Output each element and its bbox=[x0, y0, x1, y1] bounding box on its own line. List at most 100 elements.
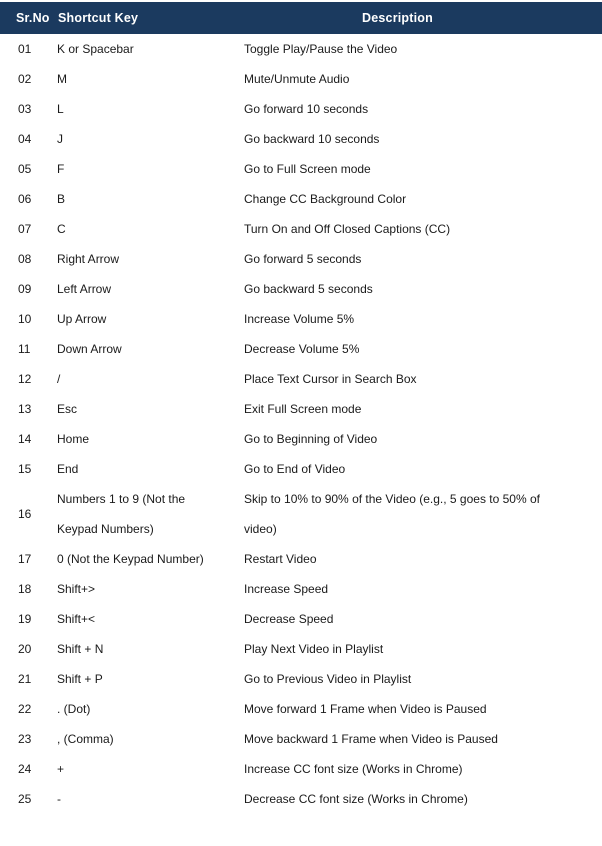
cell-sr-no: 11 bbox=[0, 334, 55, 364]
cell-sr-no: 09 bbox=[0, 274, 55, 304]
cell-sr-no: 14 bbox=[0, 424, 55, 454]
cell-description-line1: Skip to 10% to 90% of the Video (e.g., 5… bbox=[244, 492, 540, 506]
cell-shortcut-key: Home bbox=[55, 424, 241, 454]
cell-sr-no: 07 bbox=[0, 214, 55, 244]
cell-sr-no: 08 bbox=[0, 244, 55, 274]
cell-description: Go to Beginning of Video bbox=[241, 424, 602, 454]
cell-shortcut-key: - bbox=[55, 784, 241, 814]
cell-description: Turn On and Off Closed Captions (CC) bbox=[241, 214, 602, 244]
youtube-shortcuts-table: Sr.No Shortcut Key Description 01 K or Sp… bbox=[0, 2, 602, 814]
table-row: 04 J Go backward 10 seconds bbox=[0, 124, 602, 154]
table-row: 05 F Go to Full Screen mode bbox=[0, 154, 602, 184]
table-row: 01 K or Spacebar Toggle Play/Pause the Vid… bbox=[0, 34, 602, 64]
shortcut-table-sheet: Sr.No Shortcut Key Description 01 K or Sp… bbox=[0, 0, 602, 846]
cell-shortcut-key: Shift + P bbox=[55, 664, 241, 694]
cell-sr-no: 19 bbox=[0, 604, 55, 634]
cell-shortcut-key: L bbox=[55, 94, 241, 124]
cell-description: Increase Speed bbox=[241, 574, 602, 604]
cell-sr-no: 24 bbox=[0, 754, 55, 784]
cell-shortcut-key: 0 (Not the Keypad Number) bbox=[55, 544, 241, 574]
cell-shortcut-key: Down Arrow bbox=[55, 334, 241, 364]
table-body: 01 K or Spacebar Toggle Play/Pause the Vid… bbox=[0, 34, 602, 814]
table-row: 15 End Go to End of Video bbox=[0, 454, 602, 484]
cell-sr-no: 01 bbox=[0, 34, 55, 64]
cell-shortcut-key: Shift+< bbox=[55, 604, 241, 634]
cell-description: Mute/Unmute Audio bbox=[241, 64, 602, 94]
cell-sr-no: 02 bbox=[0, 64, 55, 94]
cell-shortcut-key: F bbox=[55, 154, 241, 184]
table-row: 20 Shift + N Play Next Video in Playlist bbox=[0, 634, 602, 664]
table-row: 17 0 (Not the Keypad Number) Restart Video bbox=[0, 544, 602, 574]
cell-shortcut-key-line1: Numbers 1 to 9 (Not the bbox=[57, 492, 186, 506]
column-header-sr-no: Sr.No bbox=[0, 2, 55, 34]
column-header-description: Description bbox=[241, 2, 602, 34]
cell-sr-no: 10 bbox=[0, 304, 55, 334]
cell-sr-no: 06 bbox=[0, 184, 55, 214]
table-row: 22. (Dot) Move forward 1 Frame when Video… bbox=[0, 694, 602, 724]
cell-description: Decrease CC font size (Works in Chrome) bbox=[241, 784, 602, 814]
cell-sr-no: 18 bbox=[0, 574, 55, 604]
table-row: 07 C Turn On and Off Closed Captions (CC) bbox=[0, 214, 602, 244]
table-row: 24 + Increase CC font size (Works in Chrom… bbox=[0, 754, 602, 784]
column-header-shortcut-key: Shortcut Key bbox=[55, 2, 241, 34]
cell-description: Change CC Background Color bbox=[241, 184, 602, 214]
cell-sr-no: 15 bbox=[0, 454, 55, 484]
table-row: 25- Decrease CC font size (Works in Chrom… bbox=[0, 784, 602, 814]
cell-shortcut-key: K or Spacebar bbox=[55, 34, 241, 64]
cell-description: Place Text Cursor in Search Box bbox=[241, 364, 602, 394]
cell-shortcut-key: Shift + N bbox=[55, 634, 241, 664]
cell-description: Move forward 1 Frame when Video is Pause… bbox=[241, 694, 602, 724]
cell-shortcut-key: Shift+> bbox=[55, 574, 241, 604]
table-row: 21 Shift + P Go to Previous Video in Playl… bbox=[0, 664, 602, 694]
table-header: Sr.No Shortcut Key Description bbox=[0, 2, 602, 34]
table-row: 10 Up Arrow Increase Volume 5% bbox=[0, 304, 602, 334]
header-row: Sr.No Shortcut Key Description bbox=[0, 2, 602, 34]
cell-shortcut-key: Up Arrow bbox=[55, 304, 241, 334]
cell-sr-no: 13 bbox=[0, 394, 55, 424]
cell-sr-no: 20 bbox=[0, 634, 55, 664]
cell-shortcut-key: C bbox=[55, 214, 241, 244]
table-row: 16 Numbers 1 to 9 (Not the Keypad Numbers)… bbox=[0, 484, 602, 544]
cell-description: Exit Full Screen mode bbox=[241, 394, 602, 424]
cell-sr-no: 03 bbox=[0, 94, 55, 124]
cell-shortcut-key: End bbox=[55, 454, 241, 484]
table-row: 13 Esc Exit Full Screen mode bbox=[0, 394, 602, 424]
cell-description: Go backward 10 seconds bbox=[241, 124, 602, 154]
table-row: 11 Down Arrow Decrease Volume 5% bbox=[0, 334, 602, 364]
cell-sr-no: 16 bbox=[0, 484, 55, 544]
cell-description: Skip to 10% to 90% of the Video (e.g., 5… bbox=[241, 484, 602, 544]
cell-shortcut-key: Esc bbox=[55, 394, 241, 424]
cell-shortcut-key: , (Comma) bbox=[55, 724, 241, 754]
cell-description: Toggle Play/Pause the Video bbox=[241, 34, 602, 64]
cell-description: Decrease Speed bbox=[241, 604, 602, 634]
cell-shortcut-key: Left Arrow bbox=[55, 274, 241, 304]
cell-sr-no: 04 bbox=[0, 124, 55, 154]
cell-shortcut-key: J bbox=[55, 124, 241, 154]
table-row: 03 L Go forward 10 seconds bbox=[0, 94, 602, 124]
cell-description: Move backward 1 Frame when Video is Paus… bbox=[241, 724, 602, 754]
cell-sr-no: 25 bbox=[0, 784, 55, 814]
cell-sr-no: 05 bbox=[0, 154, 55, 184]
cell-shortcut-key: Numbers 1 to 9 (Not the Keypad Numbers) bbox=[55, 484, 241, 544]
table-row: 06 B Change CC Background Color bbox=[0, 184, 602, 214]
cell-shortcut-key: Right Arrow bbox=[55, 244, 241, 274]
cell-shortcut-key: B bbox=[55, 184, 241, 214]
cell-description: Increase Volume 5% bbox=[241, 304, 602, 334]
cell-sr-no: 17 bbox=[0, 544, 55, 574]
cell-description: Restart Video bbox=[241, 544, 602, 574]
cell-description: Decrease Volume 5% bbox=[241, 334, 602, 364]
cell-description: Go to Previous Video in Playlist bbox=[241, 664, 602, 694]
cell-shortcut-key: / bbox=[55, 364, 241, 394]
table-row: 02 M Mute/Unmute Audio bbox=[0, 64, 602, 94]
cell-description: Go forward 10 seconds bbox=[241, 94, 602, 124]
table-row: 18 Shift+> Increase Speed bbox=[0, 574, 602, 604]
cell-description: Play Next Video in Playlist bbox=[241, 634, 602, 664]
cell-sr-no: 12 bbox=[0, 364, 55, 394]
table-row: 09 Left Arrow Go backward 5 seconds bbox=[0, 274, 602, 304]
cell-description: Go backward 5 seconds bbox=[241, 274, 602, 304]
cell-description: Go forward 5 seconds bbox=[241, 244, 602, 274]
cell-sr-no: 23 bbox=[0, 724, 55, 754]
table-row: 19 Shift+< Decrease Speed bbox=[0, 604, 602, 634]
cell-description: Go to Full Screen mode bbox=[241, 154, 602, 184]
table-row: 23, (Comma) Move backward 1 Frame when Vi… bbox=[0, 724, 602, 754]
